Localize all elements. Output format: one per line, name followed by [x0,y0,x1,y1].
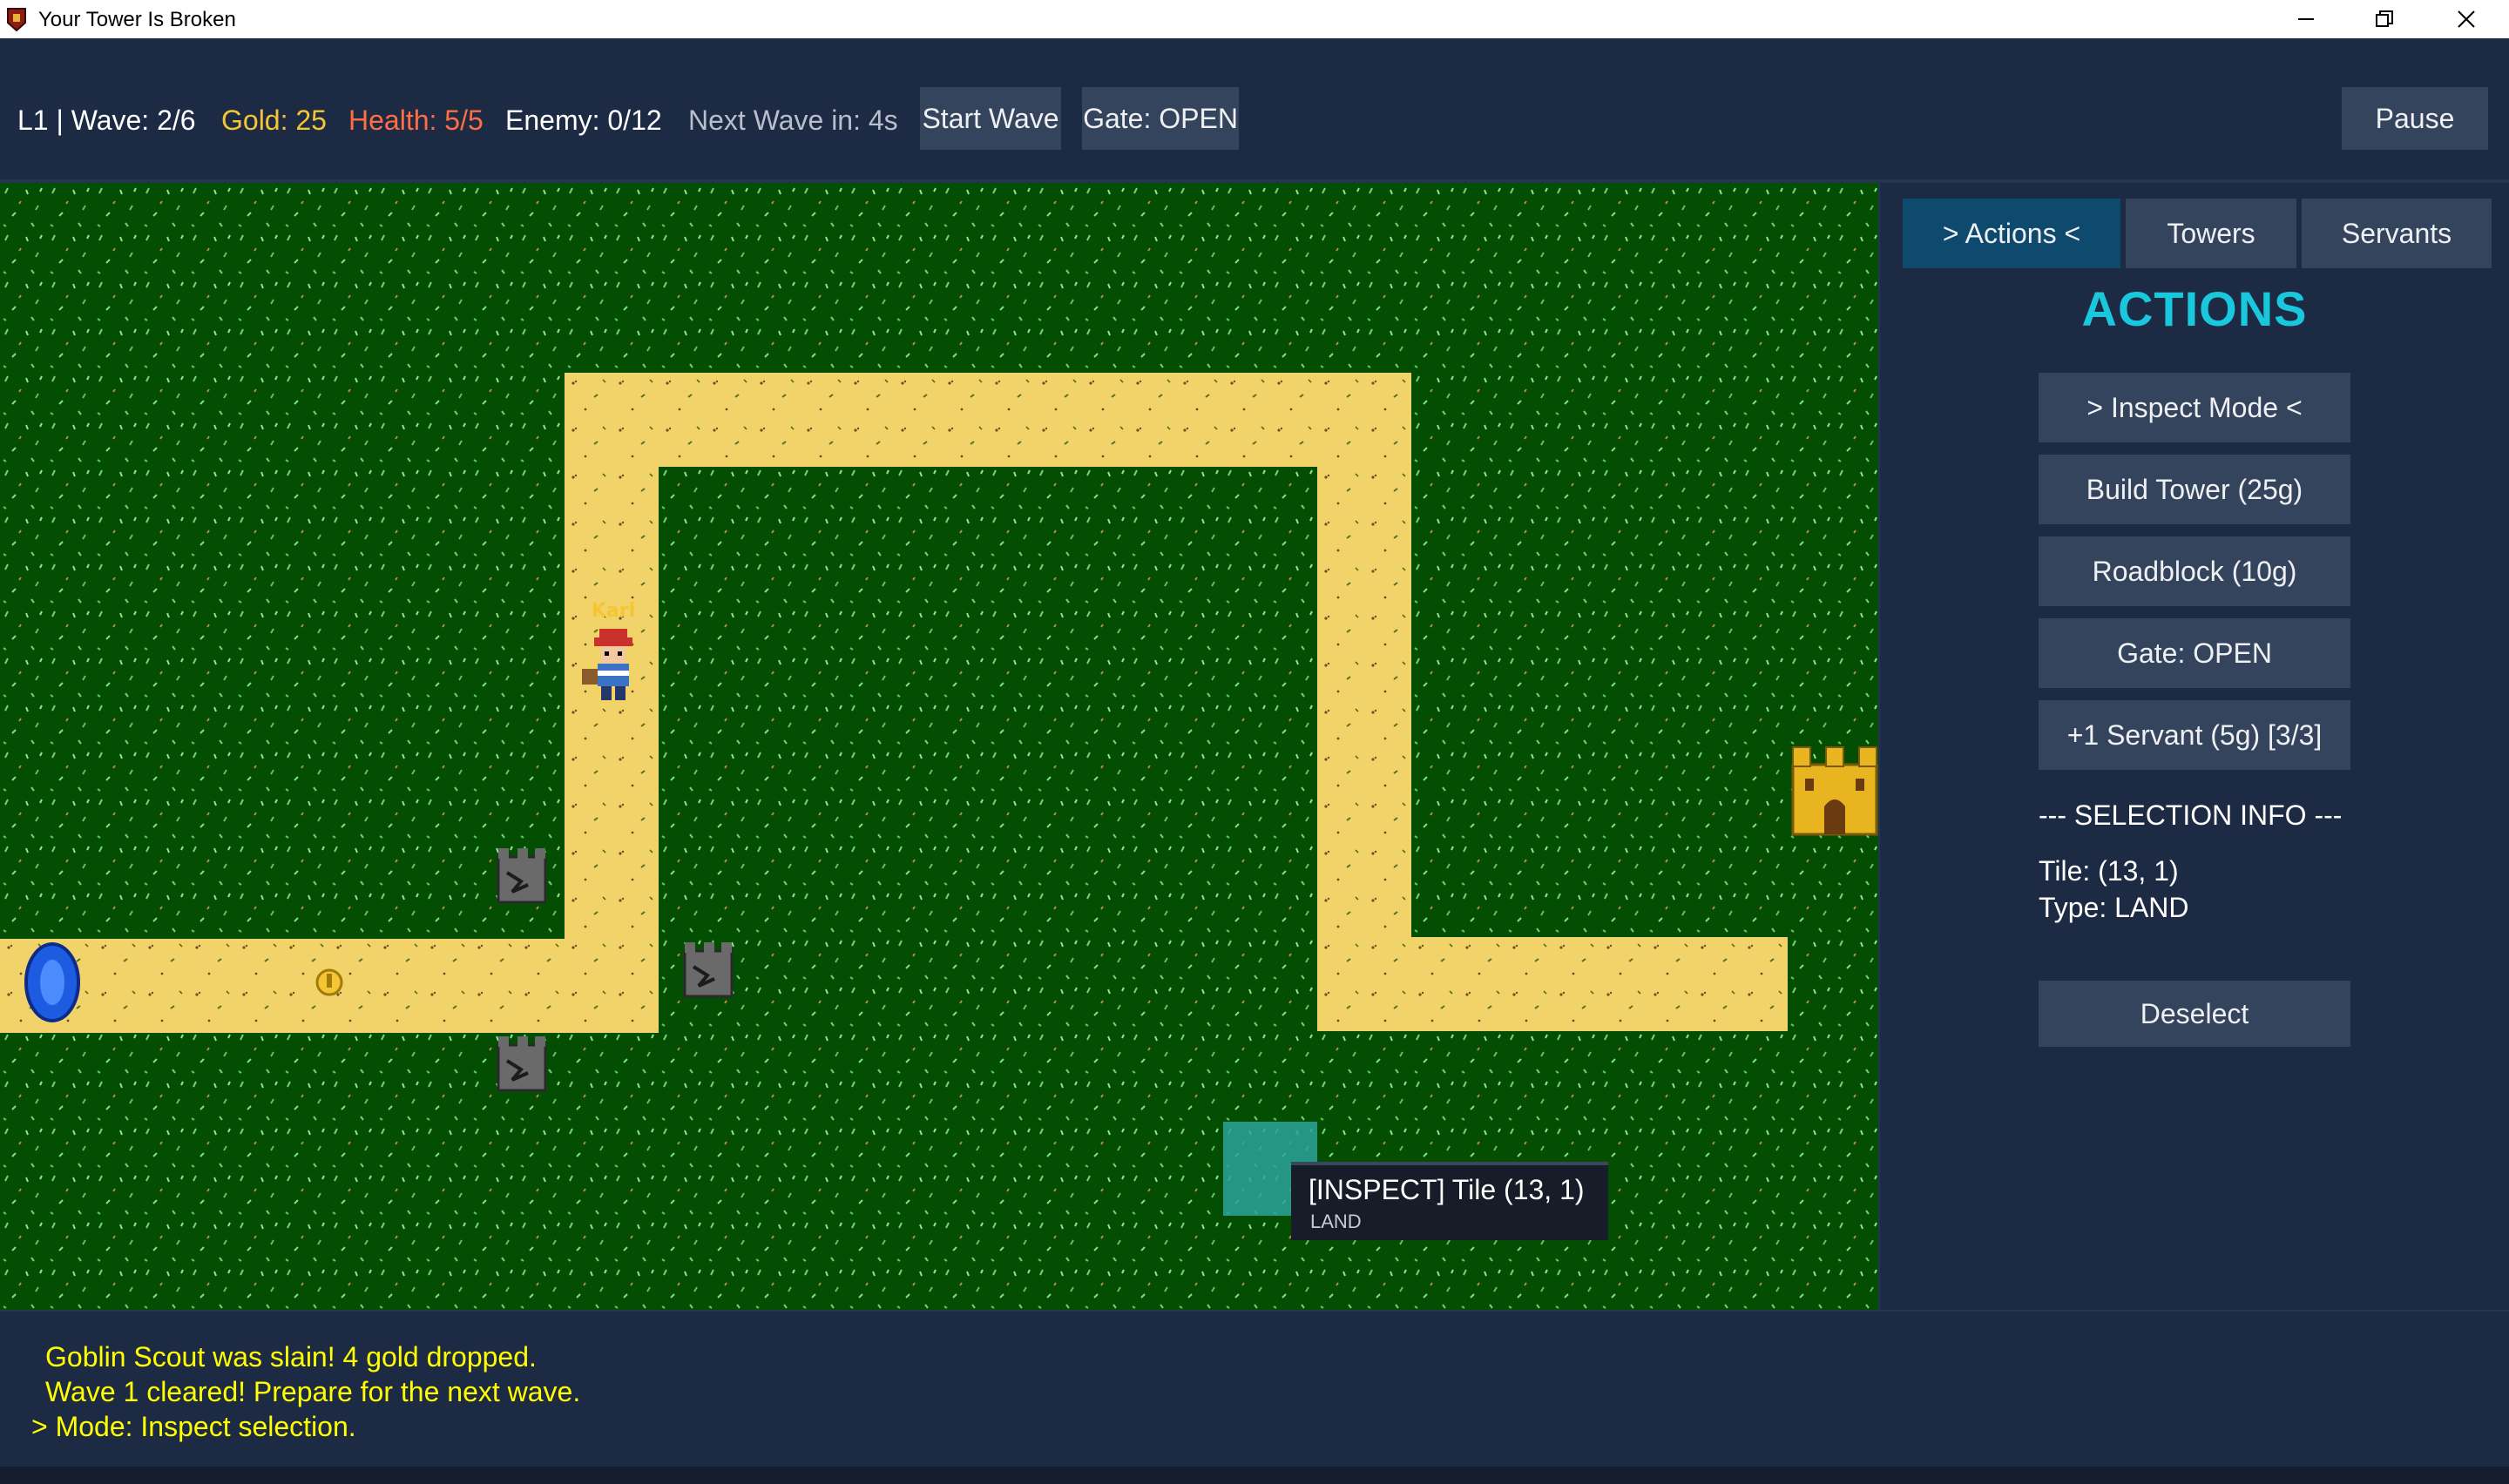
restore-icon [2376,10,2393,27]
title-bar: Your Tower Is Broken [0,0,2509,38]
next-wave-timer: Next Wave in: 4s [688,105,898,136]
build-tower-button[interactable]: Build Tower (25g) [2039,455,2350,524]
tab-servants[interactable]: Servants [2302,199,2492,268]
broken-tower-icon[interactable] [497,1036,547,1092]
broken-tower-icon[interactable] [683,942,734,998]
message-log: Goblin Scout was slain! 4 gold dropped. … [0,1310,2509,1468]
gold-coin-icon[interactable] [315,968,343,996]
minimize-button[interactable] [2267,0,2345,38]
broken-tower-icon[interactable] [497,848,547,904]
panel-heading: ACTIONS [2081,281,2308,336]
gate-open-button[interactable]: Gate: OPEN [2039,618,2350,688]
deselect-button[interactable]: Deselect [2039,981,2350,1047]
tooltip-subtitle: LAND [1310,1211,1362,1232]
grass-terrain [0,183,1880,1310]
tooltip-title: [INSPECT] Tile (13, 1) [1309,1174,1585,1205]
pause-button[interactable]: Pause [2342,87,2488,150]
level-wave-readout: L1 | Wave: 2/6 [17,105,196,136]
inspect-mode-button[interactable]: > Inspect Mode < [2039,373,2350,442]
roadblock-button[interactable]: Roadblock (10g) [2039,536,2350,606]
hud-bar: L1 | Wave: 2/6 Gold: 25 Health: 5/5 Enem… [0,38,2509,179]
minimize-icon [2298,18,2314,20]
tile-info: Tile: (13, 1) [2039,855,2179,887]
type-info: Type: LAND [2039,892,2189,923]
close-button[interactable] [2427,0,2506,38]
inspect-tooltip: [INSPECT] Tile (13, 1) LAND [1291,1162,1608,1240]
tab-actions[interactable]: > Actions < [1903,199,2120,268]
enemy-readout: Enemy: 0/12 [505,105,662,136]
restore-button[interactable] [2345,0,2424,38]
castle-icon[interactable] [1791,746,1878,836]
app-icon [7,8,26,31]
start-wave-button[interactable]: Start Wave [920,87,1061,150]
health-readout: Health: 5/5 [348,105,484,136]
servant-name-label: Karl [592,600,635,622]
log-line: Goblin Scout was slain! 4 gold dropped. [45,1341,537,1373]
log-line: Wave 1 cleared! Prepare for the next wav… [45,1376,581,1407]
gold-readout: Gold: 25 [221,105,327,136]
window-title: Your Tower Is Broken [38,8,236,31]
spawn-portal-icon [24,942,80,1022]
selection-info-header: --- SELECTION INFO --- [2039,799,2343,831]
log-line: > Mode: Inspect selection. [31,1411,356,1442]
bottom-strip [0,1467,2509,1484]
add-servant-button[interactable]: +1 Servant (5g) [3/3] [2039,700,2350,770]
tab-towers[interactable]: Towers [2126,199,2296,268]
game-map[interactable]: Karl [0,183,1880,1310]
close-icon [2458,10,2475,28]
gate-toggle-button[interactable]: Gate: OPEN [1082,87,1239,150]
